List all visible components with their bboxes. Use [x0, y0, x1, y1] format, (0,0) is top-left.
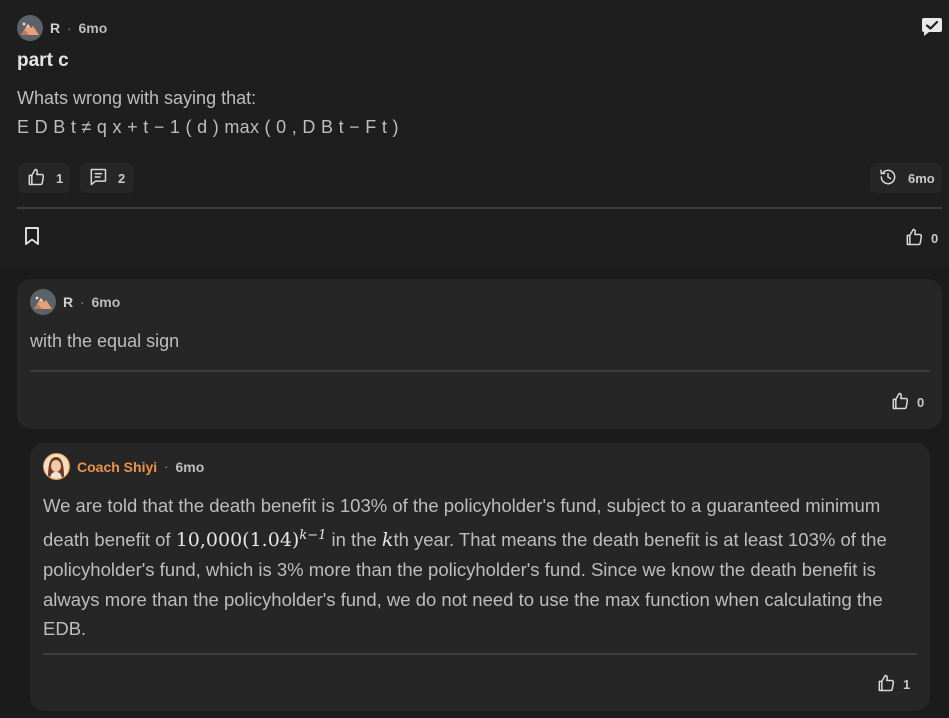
coach-text-part: in the	[326, 528, 382, 550]
divider	[30, 370, 930, 372]
coach-avatar[interactable]	[43, 453, 70, 480]
coach-reply-card: Coach Shiyi · 6mo We are told that the d…	[30, 443, 930, 711]
coach-meta: Coach Shiyi · 6mo	[43, 453, 204, 480]
post-title: part c	[17, 50, 69, 71]
thumbs-up-icon	[876, 673, 896, 696]
reply-bubble-icon[interactable]	[921, 17, 943, 37]
main-post: R · 6mo part c Whats wrong with saying t…	[0, 0, 949, 268]
meta-separator: ·	[164, 459, 169, 474]
post-time: 6mo	[78, 20, 108, 36]
like-count: 1	[56, 170, 64, 186]
history-time: 6mo	[908, 170, 935, 186]
math-exponent: k−1	[299, 527, 327, 543]
post-author[interactable]: R	[50, 20, 60, 36]
like-count: 1	[903, 677, 911, 692]
comment-button[interactable]: 2	[80, 163, 134, 193]
math-variable: k	[381, 528, 394, 551]
reply-text: with the equal sign	[30, 331, 180, 351]
thumbs-up-icon	[904, 227, 924, 250]
bookmark-icon[interactable]	[23, 226, 41, 246]
history-icon	[878, 167, 898, 190]
mountain-avatar-icon[interactable]	[17, 15, 43, 41]
divider	[17, 207, 942, 209]
like-count: 0	[931, 231, 939, 246]
math-expression: 10,000(1.04)k−1	[175, 527, 327, 551]
mountain-avatar-icon[interactable]	[30, 289, 56, 315]
reply-card: R · 6mo with the equal sign 0	[17, 279, 942, 429]
thumbs-up-icon	[26, 167, 46, 190]
history-button[interactable]: 6mo	[870, 163, 942, 193]
reply-like-button[interactable]: 0	[890, 391, 924, 414]
divider	[43, 653, 917, 655]
post-like-button[interactable]: 0	[904, 227, 938, 250]
comment-count: 2	[118, 170, 126, 186]
reply-author[interactable]: R	[63, 294, 73, 310]
post-meta: R · 6mo	[17, 15, 107, 41]
post-formula: E D B t ≠ q x + t − 1 ( d ) max ( 0 , D …	[17, 117, 399, 137]
coach-time: 6mo	[175, 458, 205, 475]
meta-separator: ·	[67, 20, 72, 36]
like-count: 0	[917, 395, 925, 410]
reply-time: 6mo	[91, 294, 121, 310]
coach-reply-text: We are told that the death benefit is 10…	[43, 491, 927, 644]
thumbs-up-icon	[890, 391, 910, 414]
coach-author[interactable]: Coach Shiyi	[77, 459, 157, 475]
reply-meta: R · 6mo	[30, 289, 120, 315]
comment-icon	[88, 167, 108, 190]
coach-like-button[interactable]: 1	[876, 673, 910, 696]
meta-separator: ·	[80, 294, 85, 310]
math-base: 10,000(1.04)	[175, 528, 300, 551]
like-button[interactable]: 1	[18, 163, 70, 193]
post-body-line: Whats wrong with saying that:	[17, 88, 257, 108]
